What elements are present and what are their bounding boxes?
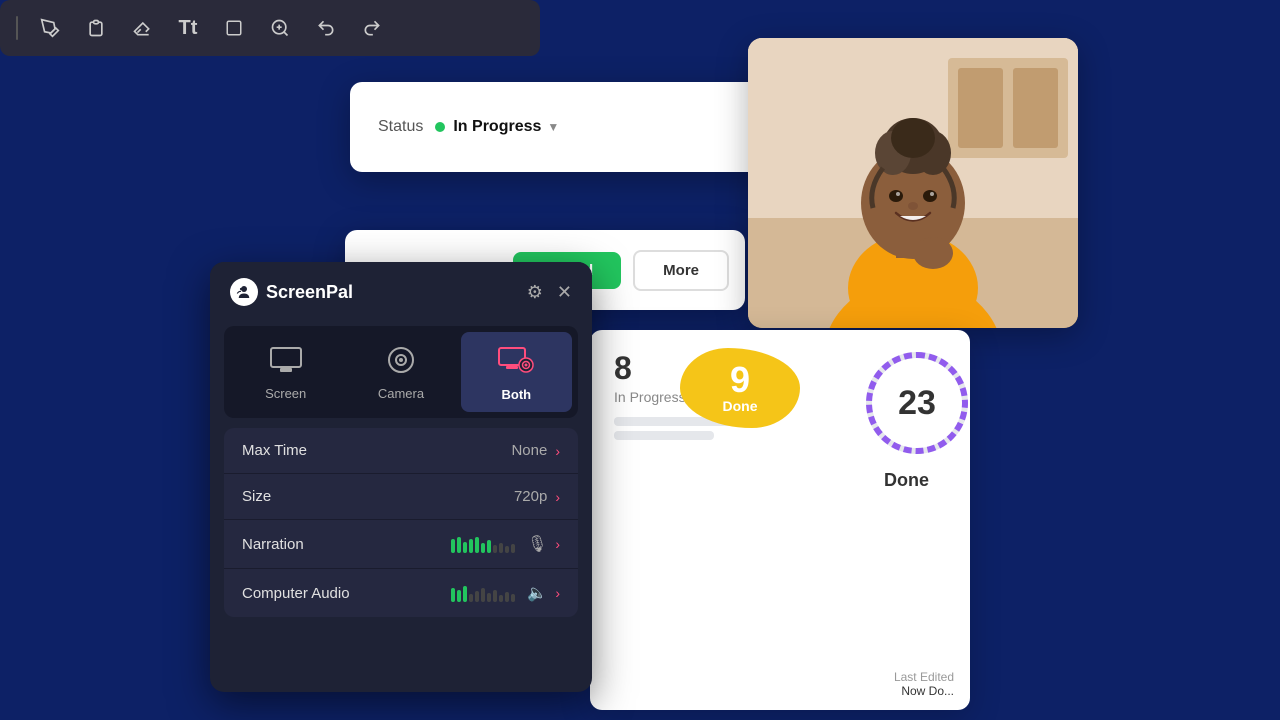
cbar-6 xyxy=(481,588,485,602)
settings-icon[interactable]: ⚙ xyxy=(527,282,543,303)
computer-audio-right: 🔈 › xyxy=(451,583,560,603)
screenpal-title: ScreenPal xyxy=(266,282,353,303)
eraser-icon[interactable] xyxy=(128,14,156,42)
toolbar-panel: Tt xyxy=(0,0,540,56)
cbar-10 xyxy=(505,592,509,602)
size-chevron-icon: › xyxy=(555,489,560,505)
cbar-5 xyxy=(475,591,479,602)
size-right: 720p › xyxy=(514,488,560,505)
mic-icon: 🎙 xyxy=(527,534,547,554)
computer-audio-row[interactable]: Computer Audio 🔈 › xyxy=(224,569,578,617)
status-label: Status xyxy=(378,118,423,136)
narration-chevron-icon: › xyxy=(555,536,560,552)
status-chevron-icon[interactable]: ▼ xyxy=(547,120,559,134)
mode-selector: Screen Camera xyxy=(224,326,578,418)
screenpal-logo: ScreenPal xyxy=(230,278,353,306)
rectangle-icon[interactable] xyxy=(220,14,248,42)
pen-icon[interactable] xyxy=(36,14,64,42)
done-count: 9 xyxy=(730,362,750,398)
more-button[interactable]: More xyxy=(633,250,729,291)
undo-icon[interactable] xyxy=(312,14,340,42)
toolbar-divider xyxy=(16,16,18,40)
max-time-chevron-icon: › xyxy=(555,443,560,459)
bar-9 xyxy=(499,543,503,553)
bar-3 xyxy=(463,542,467,553)
settings-section: Max Time None › Size 720p › Narration xyxy=(224,428,578,617)
mode-screen-label: Screen xyxy=(265,386,306,401)
bar-1 xyxy=(451,539,455,553)
max-time-right: None › xyxy=(511,442,560,459)
narration-row[interactable]: Narration 🎙 › xyxy=(224,520,578,569)
mode-screen-button[interactable]: Screen xyxy=(230,332,341,412)
cbar-11 xyxy=(511,594,515,602)
circle-label: Done xyxy=(884,470,929,491)
max-time-value: None xyxy=(511,442,547,459)
bar-11 xyxy=(511,544,515,553)
text-icon[interactable]: Tt xyxy=(174,14,202,42)
cbar-9 xyxy=(499,595,503,602)
cbar-7 xyxy=(487,593,491,602)
max-time-row[interactable]: Max Time None › xyxy=(224,428,578,474)
bar-2 xyxy=(457,537,461,553)
screen-icon xyxy=(270,347,302,380)
size-value: 720p xyxy=(514,488,547,505)
circle-count: 23 xyxy=(898,384,936,423)
last-edited-section: Last Edited Now Do... xyxy=(878,658,970,710)
last-edited-value: Now Do... xyxy=(894,684,954,698)
cbar-8 xyxy=(493,590,497,602)
size-label: Size xyxy=(242,488,271,505)
stat-line-2 xyxy=(614,431,714,440)
status-value: In Progress xyxy=(453,118,541,136)
cbar-4 xyxy=(469,594,473,602)
cbar-3 xyxy=(463,586,467,602)
bar-8 xyxy=(493,545,497,553)
narration-audio-bars xyxy=(451,535,515,553)
bar-4 xyxy=(469,539,473,553)
computer-audio-label: Computer Audio xyxy=(242,585,350,602)
zoom-icon[interactable] xyxy=(266,14,294,42)
both-icon xyxy=(498,346,534,381)
photo-panel xyxy=(748,38,1078,328)
done-label: Done xyxy=(723,398,758,414)
narration-label: Narration xyxy=(242,536,304,553)
computer-audio-chevron-icon: › xyxy=(555,585,560,601)
header-actions: ⚙ ✕ xyxy=(527,282,572,303)
status-dot xyxy=(435,122,445,132)
bar-10 xyxy=(505,546,509,553)
cbar-1 xyxy=(451,588,455,602)
camera-icon xyxy=(386,347,416,380)
mode-camera-label: Camera xyxy=(378,386,424,401)
max-time-label: Max Time xyxy=(242,442,307,459)
screenpal-header: ScreenPal ⚙ ✕ xyxy=(210,262,592,322)
bar-7 xyxy=(487,540,491,553)
logo-icon xyxy=(230,278,258,306)
size-row[interactable]: Size 720p › xyxy=(224,474,578,520)
bar-5 xyxy=(475,537,479,553)
close-icon[interactable]: ✕ xyxy=(557,282,572,303)
mode-camera-button[interactable]: Camera xyxy=(345,332,456,412)
highlighter-icon[interactable] xyxy=(82,14,110,42)
mode-both-label: Both xyxy=(502,387,532,402)
circle-stat: 23 xyxy=(862,348,972,458)
bar-6 xyxy=(481,543,485,553)
last-edited-label: Last Edited xyxy=(894,670,954,684)
person-photo xyxy=(748,38,1078,328)
mode-both-button[interactable]: Both xyxy=(461,332,572,412)
computer-audio-bars xyxy=(451,584,515,602)
narration-right: 🎙 › xyxy=(451,534,560,554)
cbar-2 xyxy=(457,590,461,602)
redo-icon[interactable] xyxy=(358,14,386,42)
screenpal-panel: ScreenPal ⚙ ✕ Screen xyxy=(210,262,592,692)
status-panel: Status In Progress ▼ xyxy=(350,82,770,172)
speaker-icon: 🔈 xyxy=(527,583,547,603)
